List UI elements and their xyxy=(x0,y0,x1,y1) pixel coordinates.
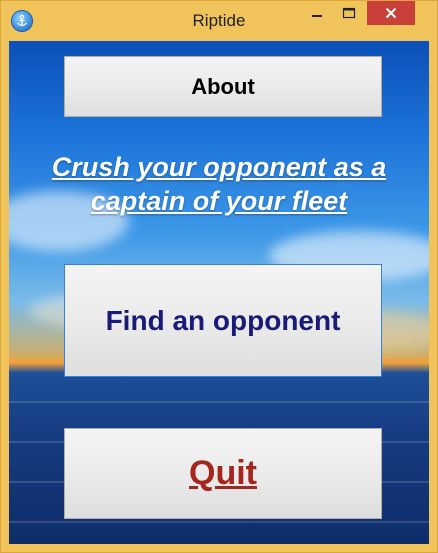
maximize-icon xyxy=(342,7,356,18)
find-opponent-button[interactable]: Find an opponent xyxy=(64,264,382,377)
ocean-background: About Crush your opponent as a captain o… xyxy=(9,41,429,544)
title-bar[interactable]: Riptide xyxy=(1,1,437,41)
app-window: Riptide About Crush your opponent as a c… xyxy=(0,0,438,553)
minimize-icon xyxy=(312,14,322,17)
maximize-button[interactable] xyxy=(335,2,363,23)
tagline-line-1: Crush your opponent as a xyxy=(51,152,387,182)
about-button[interactable]: About xyxy=(64,56,382,117)
minimize-button[interactable] xyxy=(303,2,331,23)
quit-button[interactable]: Quit xyxy=(64,428,382,519)
close-button[interactable] xyxy=(367,1,415,25)
tagline-line-2: captain of your fleet xyxy=(90,186,348,216)
tagline: Crush your opponent as a captain of your… xyxy=(9,150,429,218)
close-icon xyxy=(385,7,397,19)
